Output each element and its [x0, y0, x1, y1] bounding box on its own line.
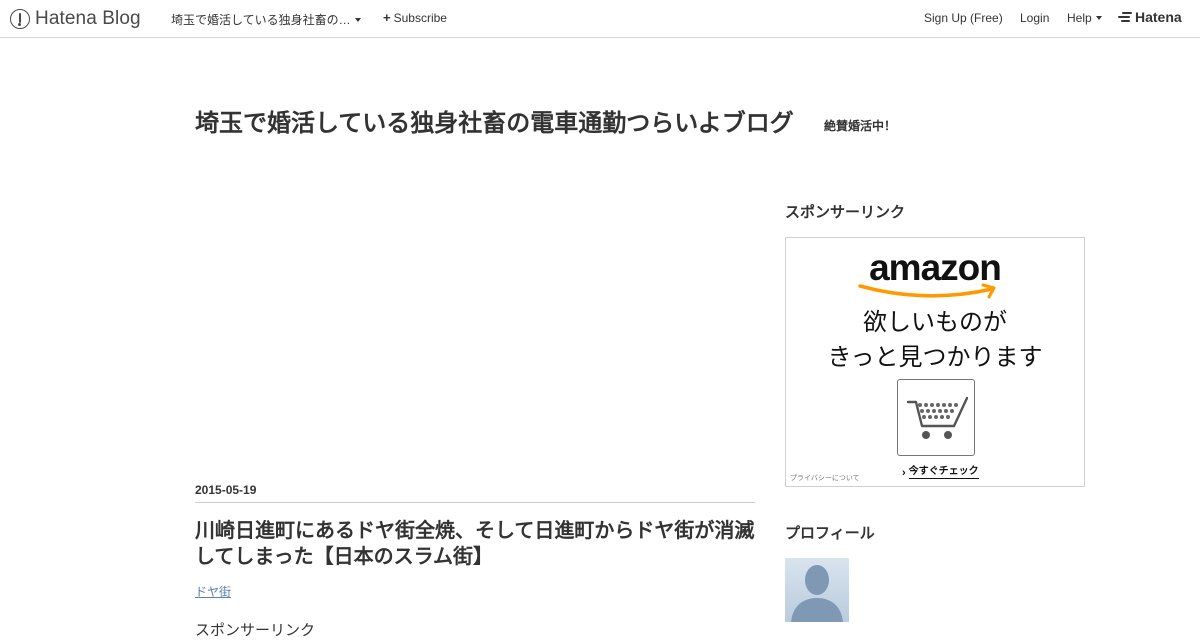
profile-heading: プロフィール — [785, 525, 875, 542]
ad-copy-line1: 欲しいものが — [863, 309, 1007, 336]
subscribe-label: Subscribe — [393, 11, 447, 25]
cart-card[interactable] — [897, 379, 975, 456]
ad-privacy-link[interactable]: プライバシーについて — [790, 473, 860, 483]
login-link[interactable]: Login — [1020, 11, 1049, 25]
entry-date[interactable]: 2015-05-19 — [195, 483, 755, 503]
caret-down-icon — [1095, 16, 1102, 20]
entry-title[interactable]: 川崎日進町にあるドヤ街全焼、そして日進町からドヤ街が消滅してしまった【日本のスラ… — [195, 518, 760, 570]
hatena-stripes-icon — [1118, 11, 1132, 23]
blog-description: 絶賛婚活中！ — [824, 119, 897, 133]
avatar[interactable] — [785, 558, 849, 622]
hatena-logo[interactable]: Hatena — [1118, 9, 1182, 25]
hatena-label: Hatena — [1135, 9, 1182, 25]
shopping-cart-icon — [906, 396, 968, 439]
blog-menu-dropdown[interactable]: 埼玉で婚活している独身社畜の… — [171, 11, 361, 28]
amazon-ad-banner[interactable]: amazon 欲しいものが きっと見つかります プライバシーについて › 今すぐ… — [785, 237, 1085, 487]
brand-name: Hatena Blog — [35, 8, 141, 29]
ad-cta-label: 今すぐチェック — [908, 466, 979, 479]
pen-nib-circle-icon — [10, 9, 30, 29]
caret-down-icon — [354, 17, 361, 22]
ad-copy-line2: きっと見つかります — [827, 344, 1043, 371]
ad-cta-link[interactable]: › 今すぐチェック — [902, 466, 979, 479]
category-link[interactable]: ドヤ街 — [195, 583, 231, 600]
amazon-smile-icon — [858, 283, 996, 299]
help-dropdown[interactable]: Help — [1067, 11, 1102, 25]
subscribe-button[interactable]: + Subscribe — [383, 11, 447, 25]
sponsor-heading: スポンサーリンク — [785, 204, 906, 221]
chevron-right-icon: › — [902, 466, 906, 479]
plus-icon: + — [383, 10, 391, 25]
signup-link[interactable]: Sign Up (Free) — [924, 11, 1003, 25]
global-header: Hatena Blog 埼玉で婚活している独身社畜の… + Subscribe … — [0, 0, 1200, 38]
blog-title[interactable]: 埼玉で婚活している独身社畜の電車通勤つらいよブログ — [195, 103, 794, 138]
person-silhouette-icon — [791, 565, 843, 622]
help-label: Help — [1067, 11, 1092, 25]
blog-menu-label: 埼玉で婚活している独身社畜の… — [171, 13, 351, 27]
hatena-blog-logo[interactable]: Hatena Blog — [10, 7, 141, 31]
